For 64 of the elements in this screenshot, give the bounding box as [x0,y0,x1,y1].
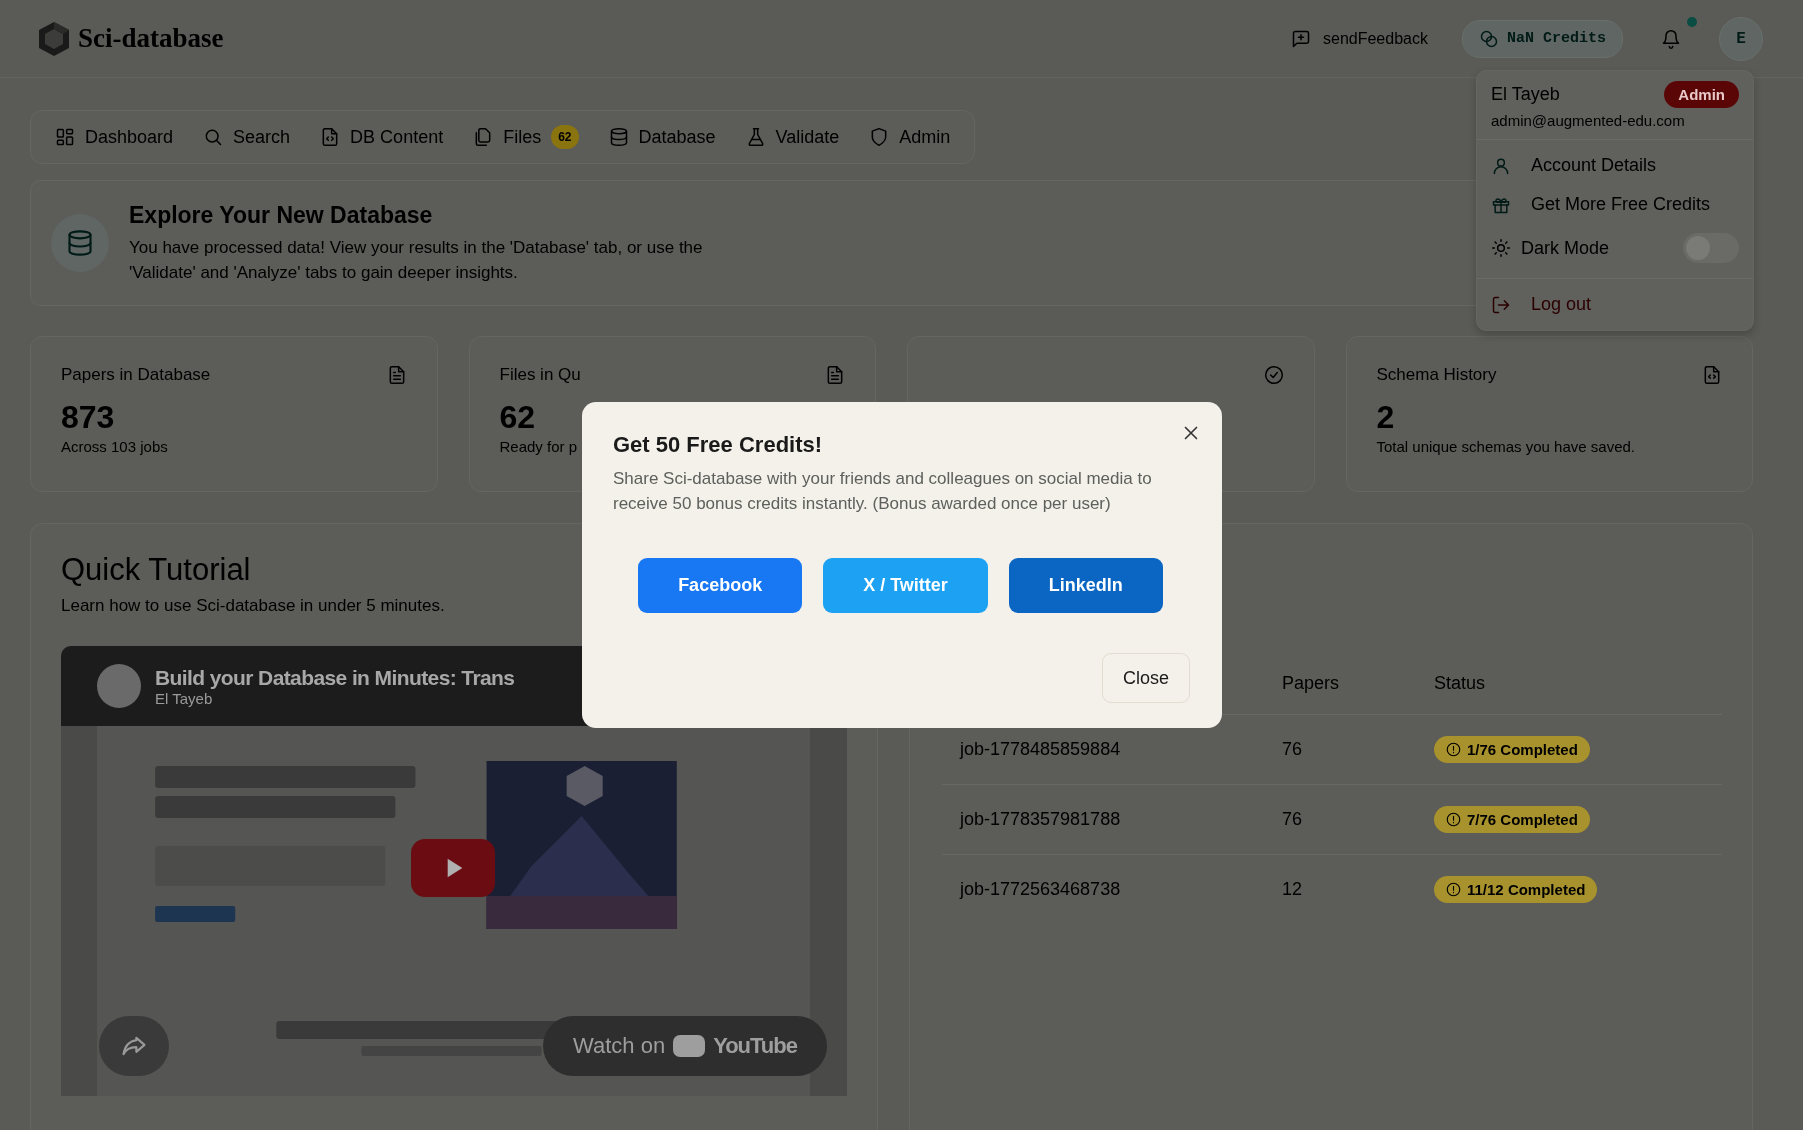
share-button[interactable]: X / Twitter [823,558,988,613]
user-name: El Tayeb [1491,84,1560,105]
message-plus-icon [1291,28,1311,49]
nav-tab[interactable]: Admin [857,119,963,155]
stat-title: Files in Qu [499,365,581,385]
watch-on-button[interactable]: Watch on YouTube [543,1016,827,1076]
banner-title: Explore Your New Database [129,201,434,229]
feedback-button[interactable]: sendFeedback [1291,28,1428,49]
grid-icon [55,127,75,147]
nav-tab[interactable]: Database [596,119,728,155]
status-badge: 7/76 Completed [1434,806,1590,833]
stat-note: Across 103 jobs [61,438,168,455]
nav-tab[interactable]: DB Content [308,119,456,155]
share-button[interactable]: LinkedIn [1008,558,1163,613]
logout-icon [1491,294,1511,315]
nav-tab[interactable]: Search [191,119,303,155]
bell-icon [1661,28,1681,49]
stat-title: Schema History [1376,365,1497,385]
stat-title: Papers in Database [61,365,211,385]
check-circle-icon [1263,365,1284,385]
stat-value: 62 [499,399,536,436]
status-badge: 11/12 Completed [1434,876,1598,903]
banner-text: You have processed data! View your results in the 'Database' tab, or use the 'Validate' and 'Analyze' tabs to gain deeper insights. [129,236,704,284]
stat-note: Ready for p [499,438,578,455]
play-button[interactable] [411,839,495,897]
stat-note: Total unique schemas you have saved. [1376,438,1635,455]
column-header: Papers [1281,652,1433,715]
database-icon [608,127,629,147]
code-file-icon [1702,365,1722,385]
menu-item[interactable]: Account Details [1477,146,1753,185]
column-header: Status [1433,652,1722,715]
sun-icon [1491,238,1511,258]
stat-value: 873 [61,399,115,436]
role-badge: Admin [1664,81,1739,108]
dialog-text: Share Sci-database with your friends and colleagues on social media to receive 50 bonus credits instantly. (Bonus awarded once per user) [613,468,1153,515]
channel-name[interactable]: El Tayeb [155,689,213,707]
credits-button[interactable]: NaN Credits [1461,19,1623,58]
stat-value: 2 [1376,399,1395,436]
section-subtitle: Learn how to use Sci-database in under 5 minutes. [61,596,445,616]
table-cell: 76 [1281,714,1433,785]
menu-label: Dark Mode [1521,237,1610,259]
share-button[interactable]: Facebook [638,558,803,613]
video-title[interactable]: Build your Database in Minutes: Trans [155,665,515,690]
close-button[interactable]: Close [1101,653,1190,703]
table-cell: job-1772563468738 [942,854,1281,924]
app-name: Sci-database [78,23,224,54]
nav-tab[interactable]: Dashboard [43,119,186,155]
table-cell: job-1778357981788 [942,784,1281,855]
menu-item[interactable]: Get More Free Credits [1477,185,1753,224]
document-icon [825,365,845,385]
count-badge: 62 [551,125,579,149]
toggle-switch[interactable] [1683,233,1739,263]
user-email: admin@augmented-edu.com [1491,112,1685,129]
avatar-button[interactable]: E [1719,16,1763,61]
nav-tab[interactable]: Files 62 [461,119,591,155]
table-cell: 76 [1281,784,1433,855]
section-title: Quick Tutorial [61,552,251,588]
nav-tab[interactable]: Validate [733,119,852,155]
menu-item[interactable]: Log out [1477,285,1753,324]
status-badge: 1/76 Completed [1434,736,1590,763]
coins-icon [1478,28,1499,49]
table-cell: 12 [1281,854,1433,924]
search-icon [203,127,224,147]
dialog-title: Get 50 Free Credits! [613,432,823,458]
